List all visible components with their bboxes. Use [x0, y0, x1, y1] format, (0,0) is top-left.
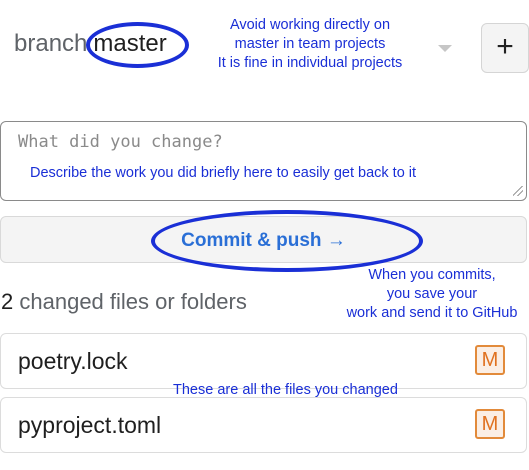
branch-annotation-line: It is fine in individual projects	[217, 55, 403, 71]
add-branch-button[interactable]: +	[481, 23, 529, 73]
modified-badge: M	[475, 409, 505, 439]
commit-annotation-line: When you commits,	[368, 267, 496, 283]
branch-annotation-line: master in team projects	[234, 36, 386, 52]
changed-files-count: 2	[1, 289, 14, 314]
changed-files-heading: 2 changed files or folders	[1, 289, 247, 315]
file-name: poetry.lock	[18, 348, 128, 374]
message-annotation: Describe the work you did briefly here t…	[30, 165, 417, 181]
branch-annotation: Avoid working directly on master in team…	[190, 16, 430, 73]
branch-annotation-line: Avoid working directly on	[229, 17, 391, 33]
commit-highlight-ellipse	[151, 210, 423, 272]
branch-highlight-ellipse	[86, 22, 189, 68]
resize-handle-icon[interactable]	[513, 186, 523, 196]
commit-annotation-line: work and send it to GitHub	[346, 305, 518, 321]
modified-badge: M	[475, 345, 505, 375]
commit-message-placeholder: What did you change?	[18, 132, 223, 152]
branch-label: branch	[14, 30, 88, 57]
commit-annotation: When you commits, you save your work and…	[332, 266, 529, 323]
changed-files-label: changed files or folders	[19, 289, 247, 314]
chevron-down-icon[interactable]	[438, 45, 452, 52]
commit-annotation-line: you save your	[386, 286, 478, 302]
file-name: pyproject.toml	[18, 412, 162, 438]
